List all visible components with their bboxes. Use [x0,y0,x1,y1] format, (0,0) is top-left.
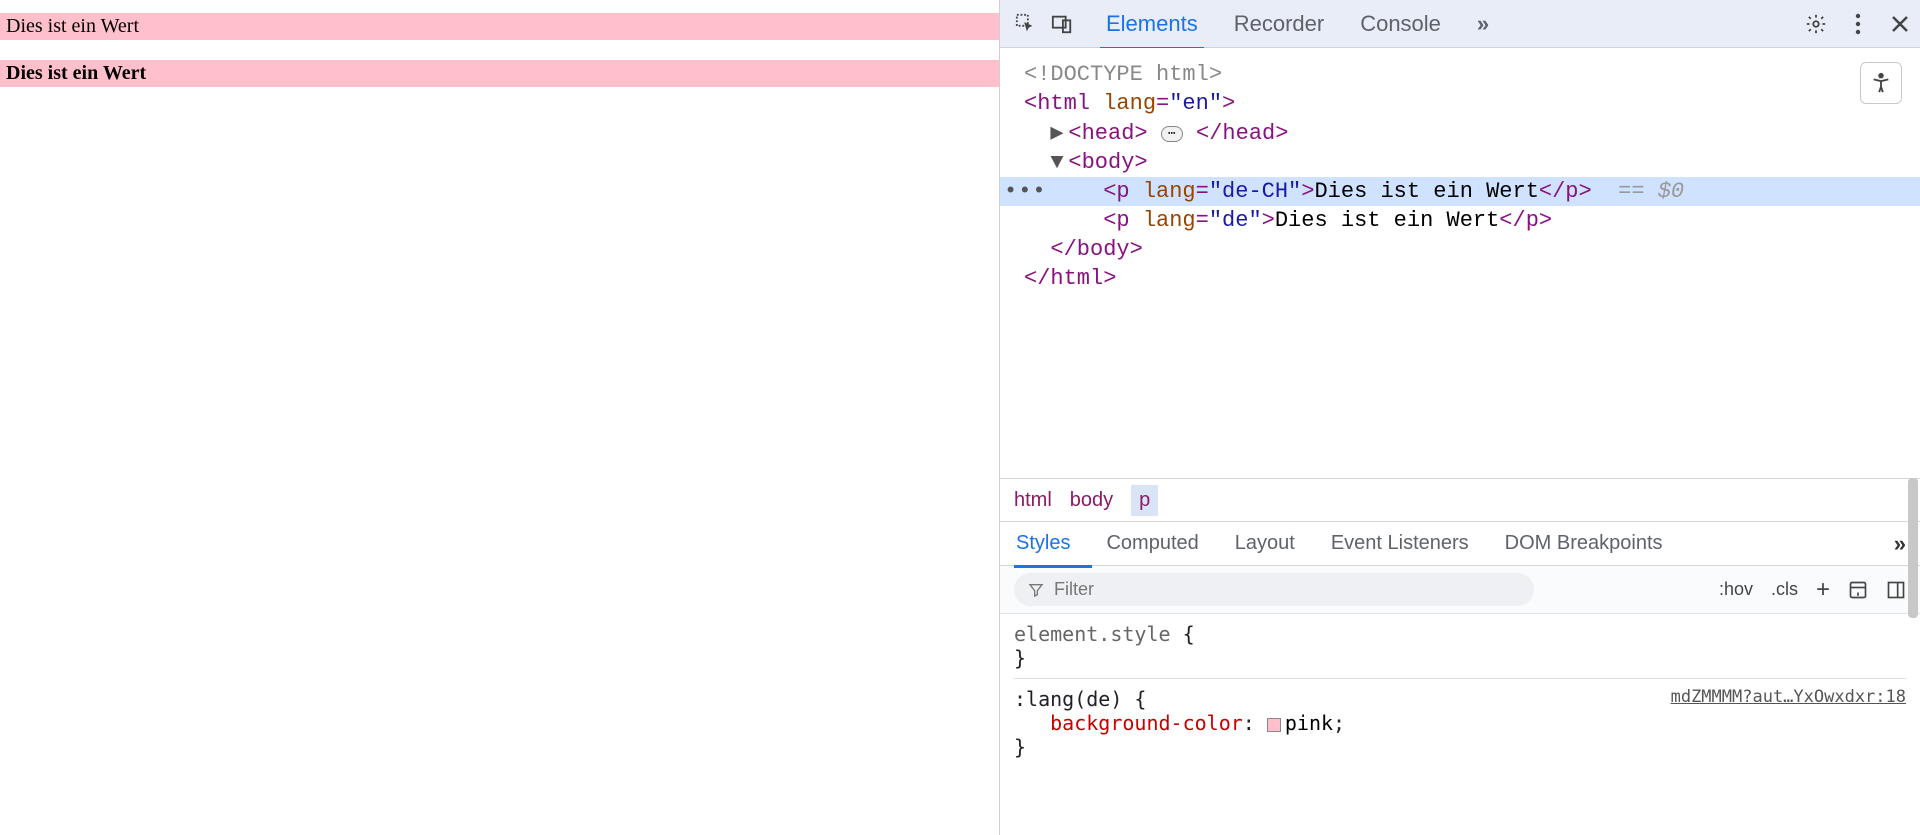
color-swatch-icon[interactable] [1267,718,1281,732]
subtab-layout[interactable]: Layout [1233,526,1297,561]
toggle-sidebar-icon[interactable] [1886,580,1906,600]
tree-p2[interactable]: <p lang="de">Dies ist ein Wert</p> [1024,206,1920,235]
tree-p1-selected[interactable]: ••• <p lang="de-CH">Dies ist ein Wert</p… [1000,177,1920,206]
page-paragraph-1[interactable]: Dies ist ein Wert [0,13,999,40]
tab-elements[interactable]: Elements [1100,3,1204,45]
styles-filter-input[interactable]: Filter [1014,573,1534,606]
tab-console[interactable]: Console [1354,3,1447,45]
hov-toggle-button[interactable]: :hov [1719,579,1753,600]
tab-recorder[interactable]: Recorder [1228,3,1330,45]
crumb-body[interactable]: body [1070,489,1113,512]
kebab-menu-icon[interactable] [1846,12,1870,36]
subtab-styles[interactable]: Styles [1014,526,1072,561]
styles-subtabs: Styles Computed Layout Event Listeners D… [1000,522,1920,566]
crumb-html[interactable]: html [1014,489,1052,512]
tab-overflow-icon[interactable]: » [1471,3,1495,45]
subtab-dom-breakpoints[interactable]: DOM Breakpoints [1503,526,1665,561]
rendered-page-pane: Dies ist ein Wert Dies ist ein Wert [0,0,1000,835]
ellipsis-icon[interactable]: ⋯ [1161,126,1183,142]
tree-html-open[interactable]: <html lang="en"> [1024,89,1920,118]
lang-de-rule-block[interactable]: mdZMMMM?aut…YxOwxdxr:18 :lang(de) { back… [1014,687,1906,759]
devtools-toolbar: Elements Recorder Console » [1000,0,1920,48]
filter-funnel-icon [1028,582,1044,598]
accessibility-tree-icon[interactable] [1860,62,1902,104]
breadcrumb: html body p [1000,478,1920,522]
filter-placeholder: Filter [1054,579,1094,600]
tree-doctype[interactable]: <!DOCTYPE html> [1024,60,1920,89]
inspect-element-icon[interactable] [1008,6,1044,42]
styles-pane[interactable]: element.style { } mdZMMMM?aut…YxOwxdxr:1… [1000,614,1920,835]
line-actions-icon[interactable]: ••• [1004,179,1047,204]
crumb-p[interactable]: p [1131,485,1158,516]
css-property-name[interactable]: background-color [1050,711,1243,735]
new-style-rule-icon[interactable]: + [1816,576,1830,604]
scrollbar[interactable] [1906,478,1920,835]
divider [1014,678,1906,679]
settings-gear-icon[interactable] [1804,12,1828,36]
devtools-main-tabs: Elements Recorder Console » [1100,3,1495,45]
device-toolbar-icon[interactable] [1044,6,1080,42]
subtab-event-listeners[interactable]: Event Listeners [1329,526,1471,561]
stylesheet-source-link[interactable]: mdZMMMM?aut…YxOwxdxr:18 [1671,687,1906,707]
element-style-block[interactable]: element.style { } [1014,622,1906,670]
computed-styles-icon[interactable] [1848,580,1868,600]
subtab-computed[interactable]: Computed [1104,526,1200,561]
devtools-pane: Elements Recorder Console » <!DOCTYPE ht… [1000,0,1920,835]
tree-html-close[interactable]: </html> [1024,264,1920,293]
close-devtools-icon[interactable] [1888,12,1912,36]
tree-body-open[interactable]: ▼<body> [1024,148,1920,177]
elements-dom-tree[interactable]: <!DOCTYPE html> <html lang="en"> ▶<head>… [1000,48,1920,478]
rule-selector[interactable]: :lang(de) [1014,687,1122,711]
scrollbar-thumb[interactable] [1908,478,1918,618]
css-property-value[interactable]: pink [1285,711,1333,735]
element-style-selector: element.style [1014,622,1171,646]
tree-head[interactable]: ▶<head> ⋯ </head> [1024,118,1920,148]
cls-toggle-button[interactable]: .cls [1771,579,1798,600]
page-paragraph-2[interactable]: Dies ist ein Wert [0,60,999,87]
subtab-overflow-icon[interactable]: » [1894,531,1906,557]
tree-body-close[interactable]: </body> [1024,235,1920,264]
styles-filter-row: Filter :hov .cls + [1000,566,1920,614]
